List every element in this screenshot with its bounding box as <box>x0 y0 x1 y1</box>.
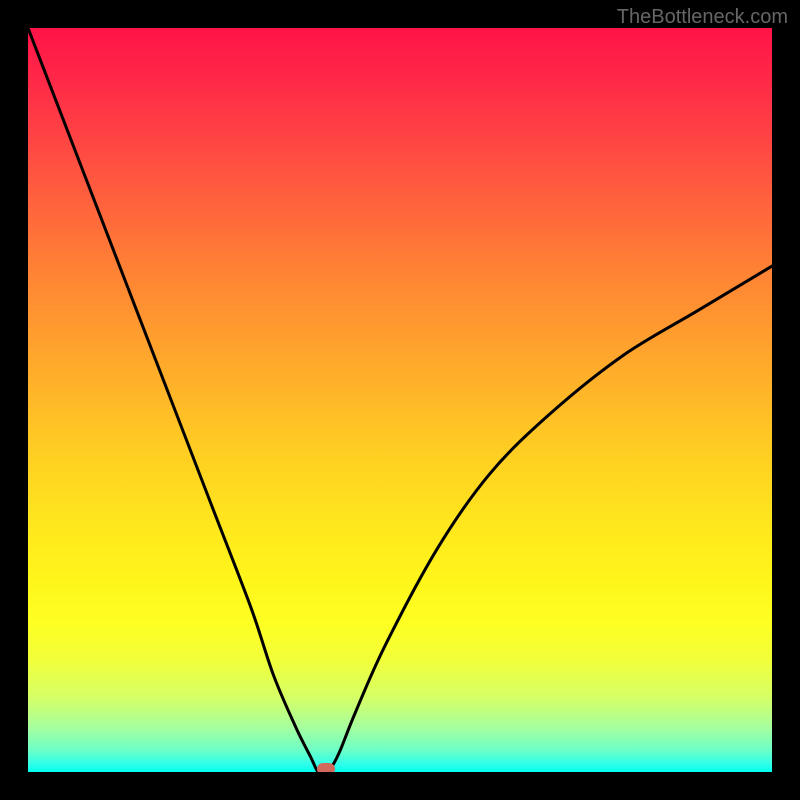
chart-curve-svg <box>28 28 772 772</box>
chart-plot-area <box>28 28 772 772</box>
optimum-marker <box>317 763 335 772</box>
bottleneck-curve <box>28 28 772 772</box>
watermark-text: TheBottleneck.com <box>617 6 788 29</box>
